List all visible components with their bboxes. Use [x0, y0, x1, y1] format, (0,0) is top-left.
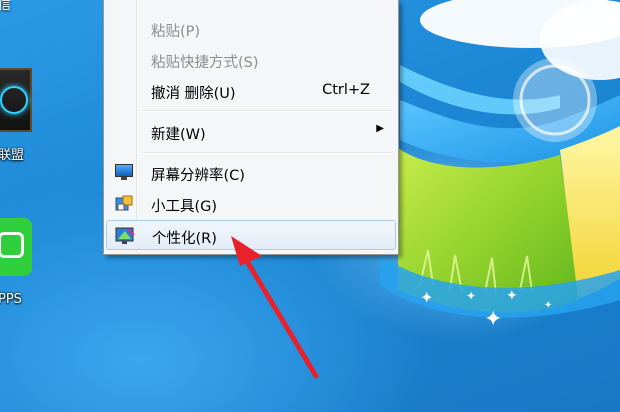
red-arrow-annotation — [231, 236, 319, 379]
